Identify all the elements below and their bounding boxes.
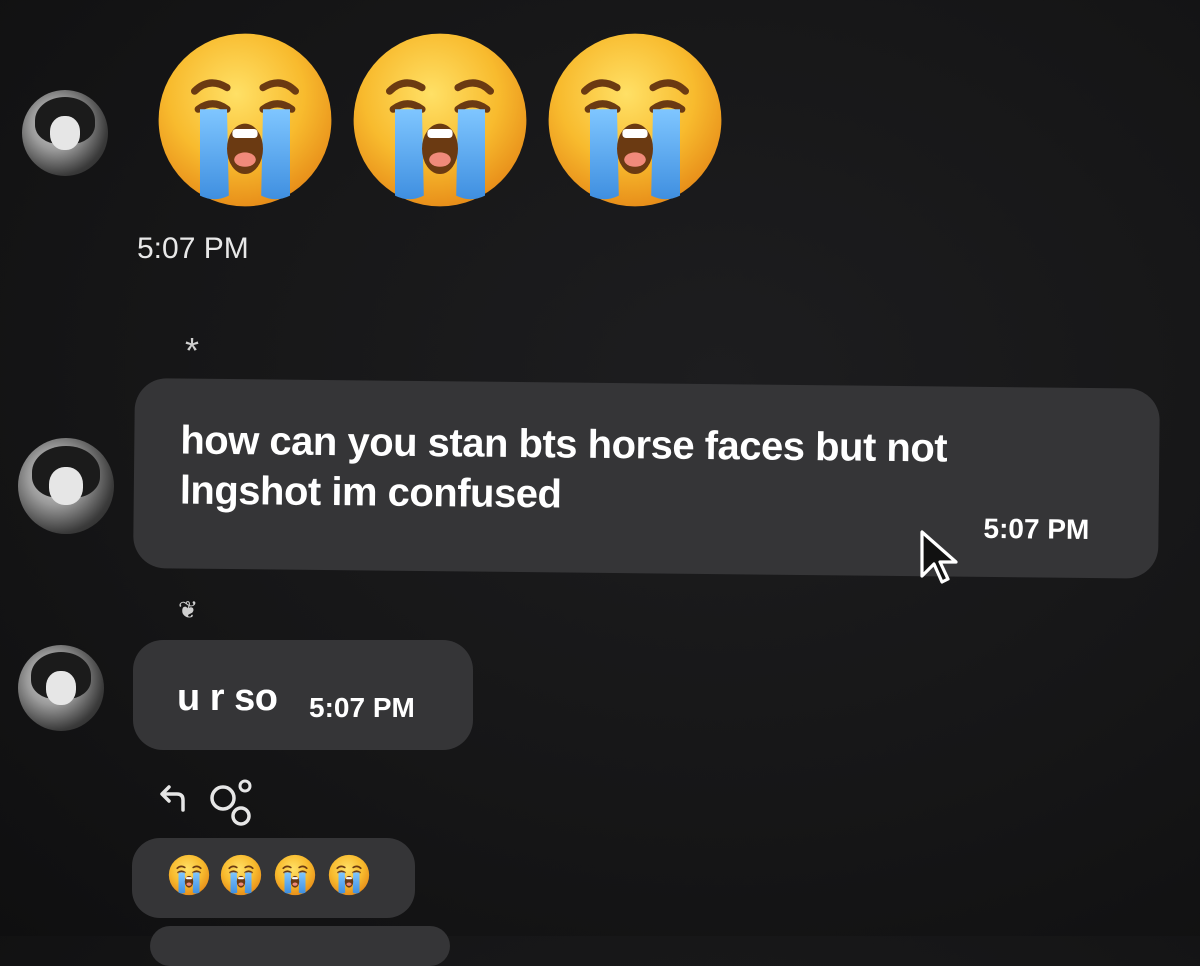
message-timestamp: 5:07 PM <box>137 232 249 265</box>
message-text-line: how can you stan bts horse faces but not <box>180 418 948 471</box>
message-text-line: lngshot im confused <box>179 468 562 517</box>
message-timestamp: 5:07 PM <box>309 692 415 723</box>
sender-marker: * <box>185 330 200 371</box>
loudly-crying-face-icon <box>155 30 335 210</box>
message-text: u r so <box>177 677 278 719</box>
avatar-face <box>45 670 77 706</box>
avatar-face <box>48 466 84 506</box>
sender-marker: ❦ <box>178 597 199 624</box>
loudly-crying-face-icon[interactable] <box>168 854 210 896</box>
mouse-cursor-icon <box>920 530 958 584</box>
avatar[interactable] <box>22 90 108 176</box>
loudly-crying-face-icon <box>350 30 530 210</box>
next-message-bubble[interactable] <box>150 926 450 966</box>
avatar[interactable] <box>18 645 104 731</box>
message-bubble[interactable]: u r so 5:07 PM <box>133 640 473 750</box>
add-reaction-icon[interactable] <box>205 772 265 832</box>
loudly-crying-face-icon[interactable] <box>220 854 262 896</box>
message-timestamp: 5:07 PM <box>983 512 1090 546</box>
reply-arrow-icon[interactable] <box>155 780 195 816</box>
avatar[interactable] <box>18 438 114 534</box>
message-bubble[interactable]: how can you stan bts horse faces but not… <box>133 378 1160 579</box>
loudly-crying-face-icon[interactable] <box>274 854 316 896</box>
avatar-face <box>49 115 81 151</box>
loudly-crying-face-icon <box>545 30 725 210</box>
loudly-crying-face-icon[interactable] <box>328 854 370 896</box>
